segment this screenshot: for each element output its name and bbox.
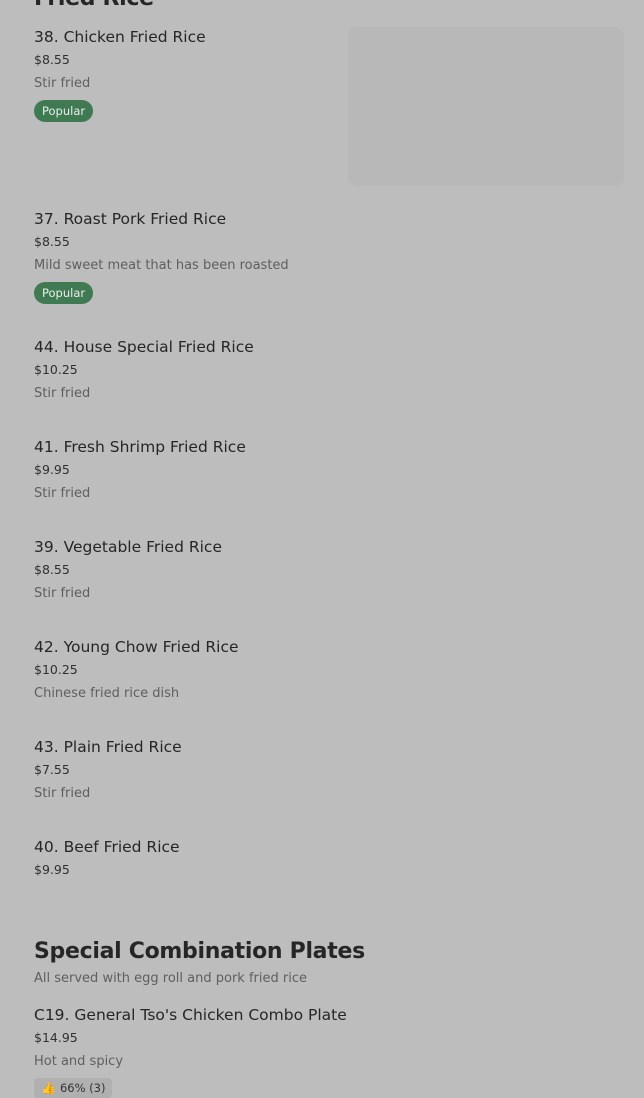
item-description: Stir fried [34,386,91,401]
item-description: Hot and spicy [34,1054,124,1069]
section-description: All served with egg roll and pork fried … [34,971,307,986]
rating-text: 66% (3) [59,1081,106,1095]
item-price: $8.55 [34,562,70,577]
item-description: Stir fried [34,586,91,601]
item-description: Stir fried [34,76,91,91]
rating-badge: 👍 66% (3) [34,1078,113,1098]
item-name: 40. Beef Fried Rice [34,838,180,856]
item-name: 43. Plain Fried Rice [34,738,182,756]
section-title-fried-rice: Fried Rice [34,0,154,11]
item-name: 38. Chicken Fried Rice [34,28,206,46]
item-price: $14.95 [34,1030,78,1045]
menu-item-roast-pork-fried-rice[interactable]: 37. Roast Pork Fried Rice $8.55 Mild swe… [34,209,334,304]
menu-item-general-tsos-combo[interactable]: C19. General Tso's Chicken Combo Plate $… [34,1005,434,1098]
popular-badge: Popular [34,282,94,304]
item-name: 39. Vegetable Fried Rice [34,538,222,556]
item-name: 42. Young Chow Fried Rice [34,638,239,656]
thumbs-up-icon: 👍 [41,1081,56,1095]
menu-item-house-special-fried-rice[interactable]: 44. House Special Fried Rice $10.25 Stir… [34,337,334,402]
item-name: 41. Fresh Shrimp Fried Rice [34,438,246,456]
menu-item-chicken-fried-rice[interactable]: 38. Chicken Fried Rice $8.55 Stir fried … [34,27,334,122]
menu-item-beef-fried-rice[interactable]: 40. Beef Fried Rice $9.95 [34,837,334,878]
section-title-combination-plates: Special Combination Plates [34,939,365,964]
item-price: $8.55 [34,52,70,67]
item-price: $7.55 [34,762,70,777]
chicken-fried-rice-photo[interactable] [348,27,624,186]
item-price: $10.25 [34,662,78,677]
item-price: $9.95 [34,862,70,877]
item-description: Stir fried [34,486,91,501]
menu-item-young-chow-fried-rice[interactable]: 42. Young Chow Fried Rice $10.25 Chinese… [34,637,334,702]
menu-item-plain-fried-rice[interactable]: 43. Plain Fried Rice $7.55 Stir fried [34,737,334,802]
item-name: 44. House Special Fried Rice [34,338,254,356]
popular-badge: Popular [34,100,94,122]
item-price: $8.55 [34,234,70,249]
item-description: Chinese fried rice dish [34,686,180,701]
menu-item-vegetable-fried-rice[interactable]: 39. Vegetable Fried Rice $8.55 Stir frie… [34,537,334,602]
menu-item-fresh-shrimp-fried-rice[interactable]: 41. Fresh Shrimp Fried Rice $9.95 Stir f… [34,437,334,502]
item-name: C19. General Tso's Chicken Combo Plate [34,1006,347,1024]
item-description: Stir fried [34,786,91,801]
item-name: 37. Roast Pork Fried Rice [34,210,227,228]
item-description: Mild sweet meat that has been roasted [34,258,289,273]
item-price: $10.25 [34,362,78,377]
item-price: $9.95 [34,462,70,477]
